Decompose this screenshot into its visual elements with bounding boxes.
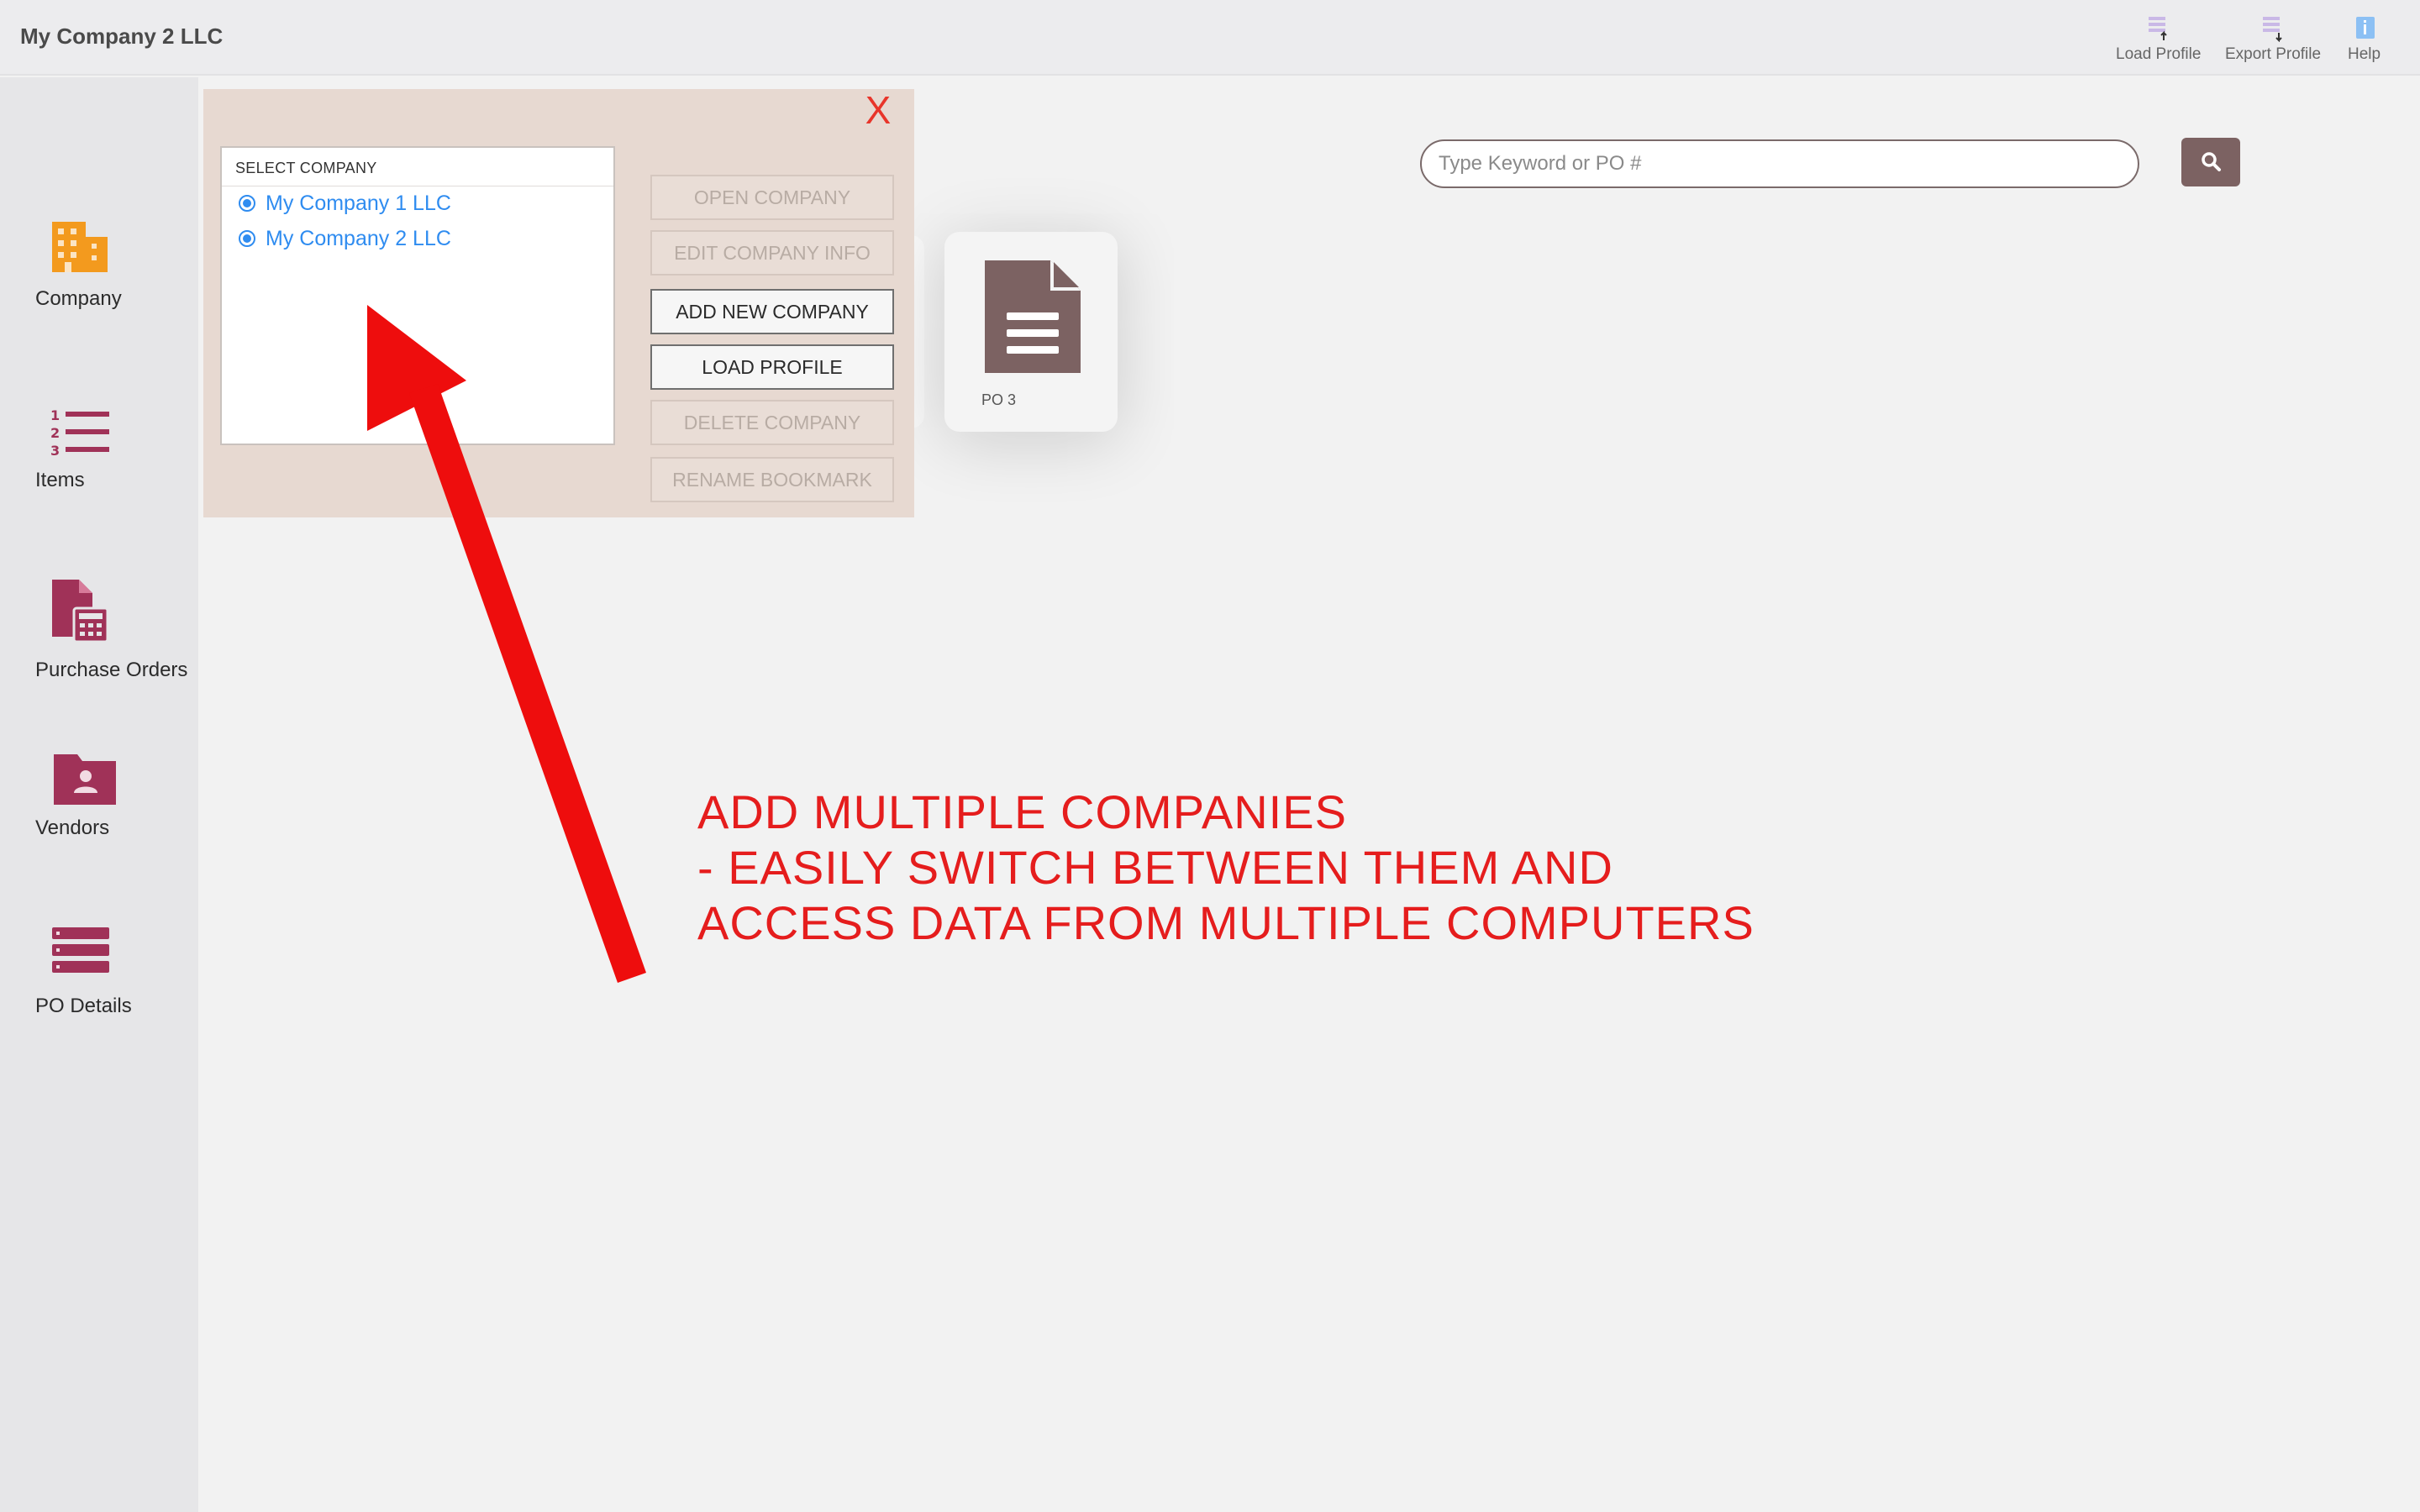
annotation-text: ADD MULTIPLE COMPANIES - EASILY SWITCH B… — [697, 785, 1874, 951]
annotation-line: - EASILY SWITCH BETWEEN THEM AND — [697, 841, 1613, 894]
annotation-line: ACCESS DATA FROM MULTIPLE COMPUTERS — [697, 896, 1754, 949]
app-window: My Company 2 LLC Load Profile Export Pro… — [0, 0, 2420, 1512]
annotation-arrow — [367, 305, 646, 983]
annotation-line: ADD MULTIPLE COMPANIES — [697, 785, 1347, 838]
